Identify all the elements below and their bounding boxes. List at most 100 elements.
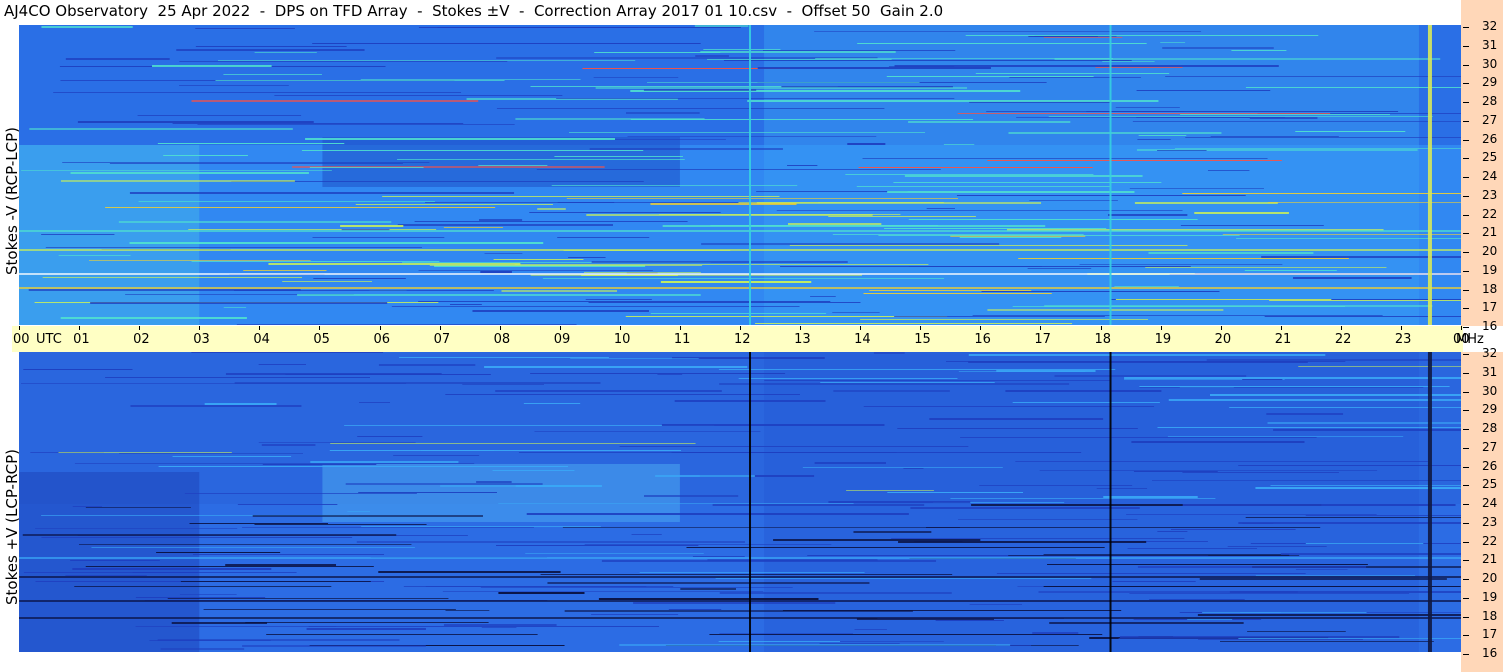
spectrogram-streak [472,310,649,312]
spectrogram-streak [819,643,900,644]
spectrogram-streak [1182,472,1339,473]
spectrogram-streak [738,202,944,203]
spectrogram-streak [929,418,1104,420]
spectrogram-streak [757,67,991,69]
spectrogram-streak [557,237,650,238]
spectrogram-streak [29,128,293,130]
spectrogram-streak [330,443,696,444]
spectrogram-streak [627,136,877,137]
spectrogram-streak [1199,578,1447,580]
time-tick-label: 20 [1214,332,1232,347]
frequency-band [19,230,1461,232]
spectrogram-streak [534,431,761,432]
spectrogram-streak [738,378,958,379]
spectrogram-streak [378,364,476,366]
time-tick-label: 15 [914,332,931,347]
spectrogram-streak [361,526,601,527]
spectrogram-streak [1138,135,1187,136]
freq-tick-mark [1463,158,1469,160]
spectrogram-streak [23,572,297,573]
freq-tick-label: 16 [1482,319,1498,333]
spectrogram-streak [568,132,926,133]
freq-tick-mark [1463,327,1469,328]
spectrogram-streak [776,210,1183,211]
spectrogram-streak [700,51,896,53]
spectrogram-streak [357,436,423,437]
spectrogram-streak [245,622,489,623]
spectrogram-streak [1129,593,1410,594]
freq-tick-label: 22 [1482,533,1498,548]
spectrogram-streak [530,373,786,374]
spectrogram-streak [223,74,322,75]
spectrogram-streak [258,442,416,443]
spectrogram-streak [1242,379,1283,380]
spectrogram-streak [382,196,780,197]
spectrogram-streak [595,87,968,89]
time-tick-label: 07 [433,332,451,347]
freq-tick-label: 24 [1482,169,1498,183]
spectrogram-streak [1115,107,1180,108]
spectrogram-streak [498,592,585,594]
spectrogram-streak [462,384,544,385]
spectrogram-streak [274,95,563,96]
chart-title: AJ4CO Observatory 25 Apr 2022 - DPS on T… [4,2,944,20]
freq-tick-mark [1463,233,1469,235]
spectrogram-streak [191,100,479,102]
spectrogram-streak [650,203,797,205]
spectrogram-streak [1202,612,1367,613]
spectrogram-streak [588,302,861,303]
time-tick-mark [559,326,561,330]
spectrogram-streak [631,534,662,535]
spectrogram-streak [157,143,345,144]
spectrogram-streak [179,61,508,62]
spectrogram-streak [601,560,937,562]
spectrogram-streak [719,633,853,634]
spectrogram-streak [184,493,417,494]
spectrogram-streak [551,185,798,186]
spectrogram-streak [203,609,456,610]
spectrogram-streak [1187,619,1233,620]
spectrogram-streak [1126,514,1377,515]
spectrogram-streak [414,221,688,222]
spectrogram-streak [192,554,385,555]
spectrogram-streak [1295,131,1406,132]
freq-tick-mark [1463,372,1469,374]
spectrogram-streak [418,301,831,302]
spectrogram-streak [1198,639,1363,640]
spectrogram-streak [22,534,397,536]
spectrogram-top [19,25,1461,325]
freq-tick-mark [1463,83,1469,85]
freq-tick-mark [1463,504,1469,505]
spectrogram-streak [308,626,660,627]
spectrogram-streak [268,263,521,265]
spectrogram-streak [747,100,1159,102]
spectrogram-streak [536,169,941,170]
freq-tick-label: 32 [1482,346,1498,360]
spectrogram-streak [479,219,523,221]
time-tick-label: 02 [133,332,150,347]
spectrogram-streak [305,138,615,140]
spectrogram-bottom [19,352,1461,652]
spectrogram-streak [1266,413,1344,415]
spectrogram-streak [243,270,327,271]
spectrogram-streak [74,463,475,464]
spectrogram-streak [1157,150,1207,151]
freq-tick-label: 28 [1482,94,1498,108]
spectrogram-streak [1231,50,1287,51]
spectrogram-streak [393,455,480,456]
spectrogram-streak [306,628,426,630]
spectrogram-streak [815,58,1113,59]
freq-tick-label: 18 [1482,281,1498,296]
spectrogram-streak [105,377,371,378]
freq-tick-label: 30 [1482,383,1498,398]
spectrogram-streak [1015,461,1428,462]
spectrogram-streak [478,165,548,166]
spectrogram-streak [709,634,1103,635]
spectrogram-streak [1115,299,1332,300]
spectrogram-streak [540,574,953,575]
spectrogram-streak [589,148,783,150]
spectrogram-streak [996,573,1306,574]
spectrogram-streak [225,564,337,566]
spectrogram-streak [60,180,295,182]
spectrogram-streak [584,544,832,545]
